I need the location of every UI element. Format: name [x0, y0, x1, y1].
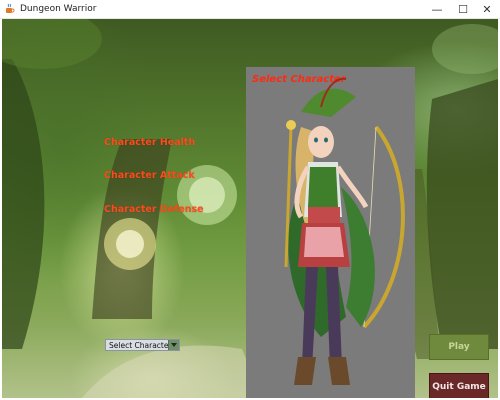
chevron-down-icon[interactable]	[168, 340, 179, 350]
character-attack-label: Character Attack	[104, 170, 195, 181]
character-portrait	[284, 77, 405, 385]
game-canvas: Character Health Character Attack Charac…	[2, 19, 498, 398]
window-title: Dungeon Warrior	[20, 4, 97, 14]
character-health-label: Character Health	[104, 137, 196, 148]
character-select-value: Select Character	[109, 341, 172, 350]
play-button[interactable]: Play	[429, 334, 489, 360]
quit-game-button[interactable]: Quit Game	[429, 373, 489, 398]
window-title-bar: Dungeon Warrior — ☐ ✕	[0, 0, 500, 19]
character-defense-label: Character Defense	[104, 204, 204, 215]
character-preview-panel: Select Character	[246, 67, 415, 398]
character-select-dropdown[interactable]: Select Character	[105, 339, 180, 351]
maximize-button[interactable]: ☐	[450, 0, 476, 18]
close-button[interactable]: ✕	[474, 0, 500, 18]
java-cup-icon	[4, 3, 16, 15]
minimize-button[interactable]: —	[424, 0, 450, 18]
